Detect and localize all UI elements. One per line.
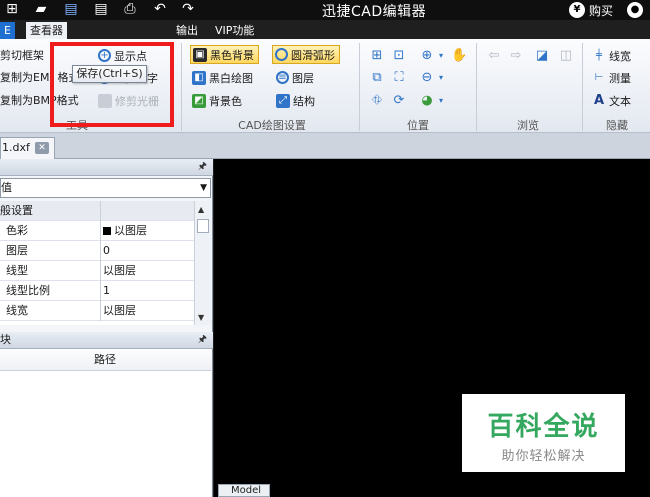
watermark-title: 百科全说: [487, 412, 600, 442]
print-icon[interactable]: ⎙: [122, 2, 138, 17]
coin-icon: ¥: [569, 2, 585, 18]
save-as-icon[interactable]: ▤: [93, 2, 109, 17]
forward-arrow-icon[interactable]: ⇨: [508, 48, 524, 64]
group-divider: [582, 43, 583, 131]
extents-icon[interactable]: ⛶: [391, 70, 407, 86]
blocks-panel-title: 块: [0, 333, 11, 346]
open-browser-icon[interactable]: ◪: [534, 48, 550, 64]
property-row[interactable]: 色彩 以图层: [0, 221, 194, 241]
property-row[interactable]: 图层 0: [0, 241, 194, 261]
properties-select[interactable]: 值 ▼: [0, 178, 211, 198]
property-row[interactable]: 线型 以图层: [0, 261, 194, 281]
fit-icon[interactable]: ⧉: [369, 70, 385, 86]
group-divider: [359, 43, 360, 131]
layers-icon: ≡: [276, 71, 289, 84]
text-button[interactable]: A 文本: [592, 91, 631, 110]
block-list: 路径: [0, 349, 211, 497]
ribbon: 剪切框架 复制为EM格式 复制为BMP格式 +显示点 A查找文字 修剪光栅 工具…: [0, 39, 650, 133]
back-arrow-icon[interactable]: ⇦: [486, 48, 502, 64]
property-grid: 般设置 色彩 以图层 图层 0 线型 以图层 线型比例 1 线宽 以图层: [0, 201, 211, 325]
refresh-icon[interactable]: ◫: [558, 48, 574, 64]
scroll-up-icon: ▲: [198, 205, 205, 214]
group-divider: [181, 43, 182, 131]
measure-icon: ⊢: [594, 71, 604, 83]
rotate-icon[interactable]: ⟳: [391, 93, 407, 109]
background-color-icon: ◩: [192, 93, 206, 108]
properties-panel-header: 🖈: [0, 159, 213, 176]
zoom-out-dropdown-icon[interactable]: ▾: [433, 70, 449, 86]
app-title: 迅捷CAD编辑器: [322, 4, 427, 20]
tab-vip[interactable]: VIP功能: [211, 22, 258, 39]
structure-icon: ⤢: [276, 93, 290, 108]
property-row[interactable]: 线宽 以图层: [0, 301, 194, 321]
browse-group-label: 浏览: [517, 119, 539, 132]
black-background-button[interactable]: ▣ 黑色背景: [190, 45, 259, 64]
buy-button[interactable]: ¥ 购买: [569, 1, 613, 19]
move-icon[interactable]: ⛗: [369, 93, 385, 109]
layers-button[interactable]: ≡ 图层: [276, 68, 314, 87]
hide-group-label: 隐藏: [606, 119, 628, 132]
close-icon[interactable]: ✕: [35, 142, 49, 154]
highlight-frame: [50, 42, 174, 127]
new-file-icon[interactable]: ⊞: [4, 2, 20, 17]
structure-button[interactable]: ⤢ 结构: [276, 91, 315, 110]
watermark-subtitle: 助你轻松解决: [501, 449, 586, 464]
position-group-label: 位置: [407, 119, 429, 132]
color-swatch: [103, 227, 111, 235]
zoom-window-icon[interactable]: ⊡: [391, 48, 407, 64]
undo-icon[interactable]: ↶: [152, 2, 168, 17]
document-tab-label: 1.dxf: [2, 141, 30, 154]
tab-viewer[interactable]: 查看器: [26, 22, 67, 39]
black-background-icon: ▣: [193, 47, 207, 62]
black-white-icon: ◧: [192, 70, 206, 85]
pan-icon[interactable]: ⊞: [369, 48, 385, 64]
zoom-in-dropdown-icon[interactable]: ▾: [433, 48, 449, 64]
cad-settings-group-label: CAD绘图设置: [238, 119, 306, 132]
pin-icon[interactable]: 🖈: [198, 332, 207, 348]
hand-pan-icon[interactable]: ✋: [451, 48, 467, 64]
properties-select-value: 值: [1, 181, 12, 194]
title-bar: ⊞ ▰ ▤ ▤ ⎙ ↶ ↷ 迅捷CAD编辑器 ¥ 购买 ●: [0, 0, 650, 20]
blocks-panel-header: 块 🖈: [0, 332, 213, 349]
block-list-header: 路径: [0, 349, 211, 371]
open-folder-icon[interactable]: ▰: [33, 2, 49, 17]
black-white-drawing-button[interactable]: ◧ 黑白绘图: [192, 68, 253, 87]
menu-bar: E 查看器 输出 VIP功能: [0, 20, 650, 39]
chevron-down-icon: ▼: [200, 183, 207, 193]
buy-label: 购买: [589, 3, 614, 18]
measure-button[interactable]: ⊢ 测量: [592, 68, 631, 87]
save-icon[interactable]: ▤: [63, 2, 79, 17]
line-width-icon: ╪: [595, 49, 603, 61]
scroll-down-icon: ▼: [198, 313, 205, 322]
tab-file[interactable]: E: [0, 22, 15, 39]
redo-icon[interactable]: ↷: [180, 2, 196, 17]
group-divider: [476, 43, 477, 131]
document-tab[interactable]: 1.dxf ✕: [0, 137, 55, 159]
property-category[interactable]: 般设置: [0, 201, 194, 221]
view-3d-dropdown-icon[interactable]: ▾: [433, 93, 449, 109]
smooth-arc-icon: [275, 48, 288, 61]
scroll-thumb: [197, 219, 209, 233]
background-color-button[interactable]: ◩ 背景色: [192, 91, 242, 110]
model-tab[interactable]: Model: [218, 484, 270, 497]
smooth-arc-button[interactable]: 圆滑弧形: [272, 45, 340, 64]
pin-icon[interactable]: 🖈: [198, 159, 207, 175]
text-icon: A: [593, 92, 605, 108]
path-column-header[interactable]: 路径: [94, 349, 116, 370]
user-icon[interactable]: ●: [627, 2, 643, 18]
line-width-button[interactable]: ╪ 线宽: [592, 46, 631, 65]
watermark: 百科全说 助你轻松解决: [462, 394, 625, 472]
tab-output[interactable]: 输出: [172, 22, 202, 39]
cut-frame-button[interactable]: 剪切框架: [0, 45, 44, 64]
property-row[interactable]: 线型比例 1: [0, 281, 194, 301]
property-scrollbar[interactable]: ▲ ▼: [194, 201, 211, 325]
document-tab-bar: 1.dxf ✕: [0, 133, 650, 159]
